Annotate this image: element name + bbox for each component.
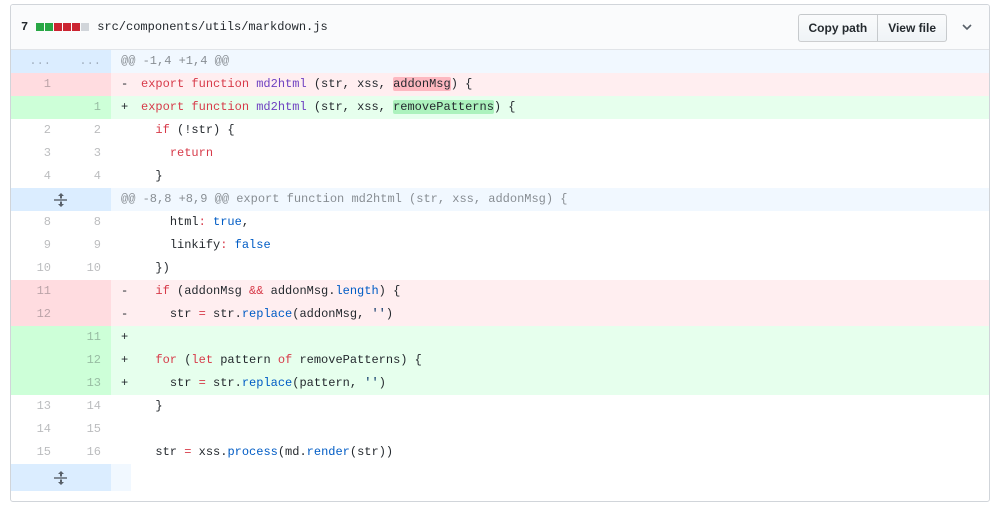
new-line-number[interactable]: 14 — [61, 395, 111, 418]
diffstat-block — [54, 23, 63, 31]
diffstat-block — [36, 23, 45, 31]
copy-path-button[interactable]: Copy path — [797, 14, 879, 42]
old-line-number[interactable]: 1 — [11, 73, 61, 96]
diff-marker: - — [121, 307, 129, 321]
new-line-number[interactable]: 2 — [61, 119, 111, 142]
file-actions: Copy path View file — [797, 14, 947, 42]
diff-marker: + — [121, 330, 129, 344]
diff-line-added: 1 + export function md2html (str, xss, re… — [11, 96, 989, 119]
hunk-header: ... ... @@ -1,4 +1,4 @@ — [11, 50, 989, 73]
code-line: - if (addonMsg && addonMsg.length) { — [111, 280, 989, 303]
new-line-number[interactable]: 13 — [61, 372, 111, 395]
diff-line-deleted: 1 - export function md2html (str, xss, ad… — [11, 73, 989, 96]
old-line-number[interactable]: 13 — [11, 395, 61, 418]
diff-line-deleted: 12 - str = str.replace(addonMsg, '') — [11, 303, 989, 326]
diff-line-context: 3 3 return — [11, 142, 989, 165]
new-line-number[interactable]: 12 — [61, 349, 111, 372]
new-line-number[interactable]: 10 — [61, 257, 111, 280]
code-line: str = xss.process(md.render(str)) — [155, 445, 394, 459]
code-line: - export function md2html (str, xss, addo… — [111, 73, 989, 96]
old-line-number — [11, 372, 61, 395]
expand-gap — [111, 464, 131, 491]
diff-line-context: 4 4 } — [11, 165, 989, 188]
code-line: + str = str.replace(pattern, '') — [111, 372, 989, 395]
old-line-number[interactable]: 3 — [11, 142, 61, 165]
old-line-number[interactable]: 8 — [11, 211, 61, 234]
diff-line-deleted: 11 - if (addonMsg && addonMsg.length) { — [11, 280, 989, 303]
new-line-number[interactable]: 15 — [61, 418, 111, 441]
new-line-number — [61, 303, 111, 326]
old-line-number — [11, 349, 61, 372]
changes-count: 7 — [21, 20, 29, 34]
diff-line-added: 11 + — [11, 326, 989, 349]
code-line: + — [111, 326, 989, 349]
diff-marker: - — [121, 77, 129, 91]
code-line: - str = str.replace(addonMsg, '') — [111, 303, 989, 326]
diff-marker: + — [121, 376, 129, 390]
code-line: + export function md2html (str, xss, remo… — [111, 96, 989, 119]
hunk-text: @@ -8,8 +8,9 @@ export function md2html … — [121, 192, 568, 206]
diff-marker: - — [121, 284, 129, 298]
old-line-number: ... — [11, 50, 61, 73]
diff-table: ... ... @@ -1,4 +1,4 @@ 1 - export functi… — [11, 50, 989, 491]
file-header: 7 src/components/utils/markdown.js Copy … — [11, 5, 989, 50]
diff-line-context: 13 14 } — [11, 395, 989, 418]
new-line-number[interactable]: 4 — [61, 165, 111, 188]
old-line-number[interactable]: 12 — [11, 303, 61, 326]
code-line: return — [169, 146, 214, 160]
diffstat-block — [72, 23, 81, 31]
hunk-text: @@ -1,4 +1,4 @@ — [121, 54, 230, 68]
diffstat-block — [63, 23, 72, 31]
diff-line-context: 15 16 str = xss.process(md.render(str)) — [11, 441, 989, 464]
code-line: if (!str) { — [155, 123, 235, 137]
old-line-number[interactable]: 14 — [11, 418, 61, 441]
new-line-number[interactable]: 8 — [61, 211, 111, 234]
new-line-number[interactable]: 1 — [61, 96, 111, 119]
expand-icon[interactable] — [11, 188, 111, 211]
diff-file: 7 src/components/utils/markdown.js Copy … — [10, 4, 990, 502]
view-file-button[interactable]: View file — [878, 14, 947, 42]
file-path[interactable]: src/components/utils/markdown.js — [97, 20, 327, 34]
expand-row — [11, 464, 989, 491]
code-line: } — [155, 169, 163, 183]
new-line-number: ... — [61, 50, 111, 73]
new-line-number — [61, 73, 111, 96]
diffstat-bar — [36, 23, 90, 31]
code-line: html: true, — [169, 215, 250, 229]
diff-line-context: 2 2 if (!str) { — [11, 119, 989, 142]
diff-line-added: 13 + str = str.replace(pattern, '') — [11, 372, 989, 395]
old-line-number[interactable]: 9 — [11, 234, 61, 257]
hunk-header: @@ -8,8 +8,9 @@ export function md2html … — [11, 188, 989, 211]
diff-line-context: 8 8 html: true, — [11, 211, 989, 234]
old-line-number[interactable]: 4 — [11, 165, 61, 188]
old-line-number[interactable]: 11 — [11, 280, 61, 303]
diffstat-block — [45, 23, 54, 31]
diff-marker: + — [121, 100, 129, 114]
chevron-down-icon[interactable] — [959, 19, 975, 35]
new-line-number — [61, 280, 111, 303]
code-line: + for (let pattern of removePatterns) { — [111, 349, 989, 372]
new-line-number[interactable]: 9 — [61, 234, 111, 257]
new-line-number[interactable]: 3 — [61, 142, 111, 165]
code-line: }) — [155, 261, 170, 275]
new-line-number[interactable]: 16 — [61, 441, 111, 464]
old-line-number[interactable]: 2 — [11, 119, 61, 142]
old-line-number — [11, 96, 61, 119]
expand-icon[interactable] — [11, 464, 111, 491]
old-line-number[interactable]: 15 — [11, 441, 61, 464]
diff-line-added: 12 + for (let pattern of removePatterns)… — [11, 349, 989, 372]
diff-line-context: 9 9 linkify: false — [11, 234, 989, 257]
new-line-number[interactable]: 11 — [61, 326, 111, 349]
old-line-number[interactable]: 10 — [11, 257, 61, 280]
diff-line-context: 10 10 }) — [11, 257, 989, 280]
code-line: } — [155, 399, 163, 413]
code-line: linkify: false — [169, 238, 271, 252]
old-line-number — [11, 326, 61, 349]
diff-marker: + — [121, 353, 129, 367]
diffstat-block — [81, 23, 90, 31]
diff-line-context: 14 15 — [11, 418, 989, 441]
